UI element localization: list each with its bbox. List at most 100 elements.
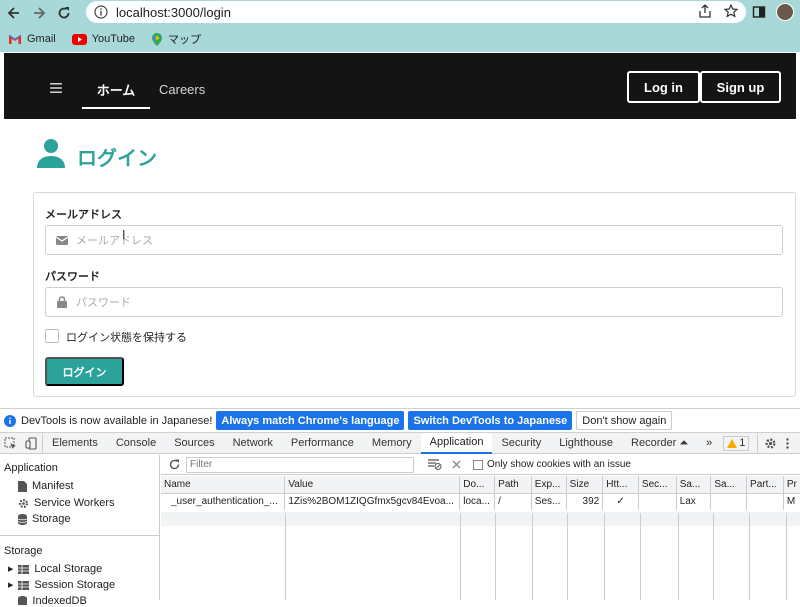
sidebar-item-manifest[interactable]: Manifest [18, 480, 74, 492]
password-field[interactable] [45, 287, 783, 317]
text-cursor-icon: I [122, 228, 126, 242]
only-issues-label[interactable]: Only show cookies with an issue [487, 459, 631, 470]
forward-button[interactable] [28, 2, 50, 24]
nav-link-home[interactable]: ホーム [82, 80, 150, 109]
cookies-table: Name Value Do... Path Exp... Size Htt...… [161, 476, 800, 510]
column-header[interactable]: Size [566, 476, 604, 494]
address-bar[interactable]: localhost:3000/login [86, 1, 746, 23]
more-tabs-button[interactable]: » [697, 433, 721, 454]
table-cell[interactable]: M [783, 493, 800, 510]
side-panel-icon[interactable] [752, 5, 766, 19]
submit-login-button[interactable]: ログイン [45, 357, 124, 386]
nav-link-careers[interactable]: Careers [159, 82, 205, 97]
email-label: メールアドレス [45, 208, 122, 221]
password-input[interactable] [76, 295, 676, 309]
email-input[interactable] [76, 233, 676, 247]
profile-avatar[interactable] [776, 3, 794, 21]
column-divider [640, 513, 641, 600]
dont-show-again-button[interactable]: Don't show again [576, 411, 673, 430]
table-grid-icon [18, 580, 30, 590]
inspect-element-icon[interactable] [0, 433, 21, 454]
match-language-button[interactable]: Always match Chrome's language [216, 411, 405, 430]
share-icon[interactable] [698, 4, 712, 18]
column-header[interactable]: Sa... [710, 476, 748, 494]
table-cell[interactable]: ✓ [602, 493, 639, 510]
only-issues-checkbox[interactable] [473, 459, 483, 470]
table-cell[interactable]: 392 [566, 493, 604, 510]
email-field[interactable] [45, 225, 783, 255]
table-cell[interactable] [638, 493, 677, 510]
sidebar-item-service-workers[interactable]: Service Workers [18, 497, 114, 509]
column-header[interactable]: Sa... [676, 476, 712, 494]
login-button[interactable]: Log in [627, 71, 700, 103]
column-header[interactable]: Do... [459, 476, 496, 494]
table-cell[interactable]: 1Zis%2BOM1ZIQGfmx5gcv84Evoa... [284, 493, 461, 510]
settings-gear-icon[interactable] [757, 432, 783, 454]
column-header[interactable]: Sec... [638, 476, 677, 494]
device-toolbar-icon[interactable] [21, 432, 43, 454]
tab-console[interactable]: Console [107, 433, 165, 454]
bookmark-gmail[interactable]: Gmail [8, 33, 56, 45]
table-cell[interactable]: Ses... [531, 493, 567, 510]
tab-memory[interactable]: Memory [363, 433, 421, 454]
url-text[interactable]: localhost:3000/login [116, 5, 231, 20]
tab-security[interactable]: Security [492, 433, 550, 454]
table-cell[interactable]: _user_authentication_... [161, 493, 286, 510]
tab-recorder[interactable]: Recorder ⏶ [622, 433, 697, 454]
tab-sources[interactable]: Sources [165, 433, 223, 454]
tab-performance[interactable]: Performance [282, 433, 363, 454]
issues-badge[interactable]: 1 [723, 435, 750, 451]
column-header[interactable]: Pr [783, 476, 800, 494]
column-header[interactable]: Name [161, 476, 286, 494]
info-icon[interactable] [94, 5, 108, 19]
column-header[interactable]: Value [284, 476, 461, 494]
switch-language-button[interactable]: Switch DevTools to Japanese [408, 411, 573, 430]
maps-icon [151, 32, 162, 46]
remember-me-checkbox[interactable] [45, 329, 59, 343]
table-row[interactable]: _user_authentication_... 1Zis%2BOM1ZIQGf… [161, 493, 800, 510]
signup-button[interactable]: Sign up [700, 71, 781, 103]
expand-arrow-icon[interactable]: ▶ [8, 565, 13, 573]
reload-button[interactable] [53, 2, 75, 24]
gear-icon [18, 498, 29, 508]
reload-icon [58, 7, 70, 19]
page-title: ログイン [77, 146, 157, 170]
sidebar-item-storage[interactable]: Storage [18, 513, 71, 525]
table-cell[interactable]: Lax [676, 493, 712, 510]
column-header[interactable]: Path [494, 476, 532, 494]
table-header-row: Name Value Do... Path Exp... Size Htt...… [161, 476, 800, 494]
sidebar-item-session-storage[interactable]: ▶ Session Storage [8, 579, 115, 591]
sidebar-item-local-storage[interactable]: ▶ Local Storage [8, 563, 102, 575]
kebab-menu-icon[interactable] [783, 433, 792, 454]
close-icon[interactable] [452, 460, 461, 469]
hamburger-menu-icon[interactable] [50, 83, 62, 93]
tab-lighthouse[interactable]: Lighthouse [550, 433, 622, 454]
envelope-icon [56, 235, 68, 245]
table-cell[interactable]: / [494, 493, 532, 510]
sidebar-header-storage: Storage [4, 545, 43, 557]
tab-application[interactable]: Application [420, 432, 493, 454]
star-icon[interactable] [724, 4, 738, 18]
back-button[interactable] [3, 2, 25, 24]
tab-network[interactable]: Network [224, 433, 282, 454]
remember-me-label[interactable]: ログイン状態を保持する [66, 329, 187, 345]
refresh-icon[interactable] [169, 459, 180, 470]
column-divider [567, 513, 568, 600]
sidebar-item-label: Local Storage [34, 563, 103, 575]
sidebar-item-indexeddb[interactable]: ▶ IndexedDB [8, 595, 87, 607]
bookmark-youtube[interactable]: YouTube [71, 33, 135, 45]
arrow-right-icon [34, 7, 46, 19]
table-cell[interactable] [746, 493, 784, 510]
expand-arrow-icon[interactable]: ▶ [8, 581, 13, 589]
table-cell[interactable]: loca... [459, 493, 496, 510]
column-header[interactable]: Part... [746, 476, 784, 494]
lock-icon [56, 296, 68, 308]
column-header[interactable]: Exp... [531, 476, 567, 494]
table-cell[interactable] [710, 493, 748, 510]
filter-input[interactable] [190, 459, 410, 470]
clear-filter-icon[interactable] [428, 459, 442, 470]
tab-elements[interactable]: Elements [43, 433, 107, 454]
bookmark-maps[interactable]: マップ [151, 31, 201, 47]
filter-field[interactable] [186, 456, 414, 473]
column-header[interactable]: Htt... [602, 476, 639, 494]
